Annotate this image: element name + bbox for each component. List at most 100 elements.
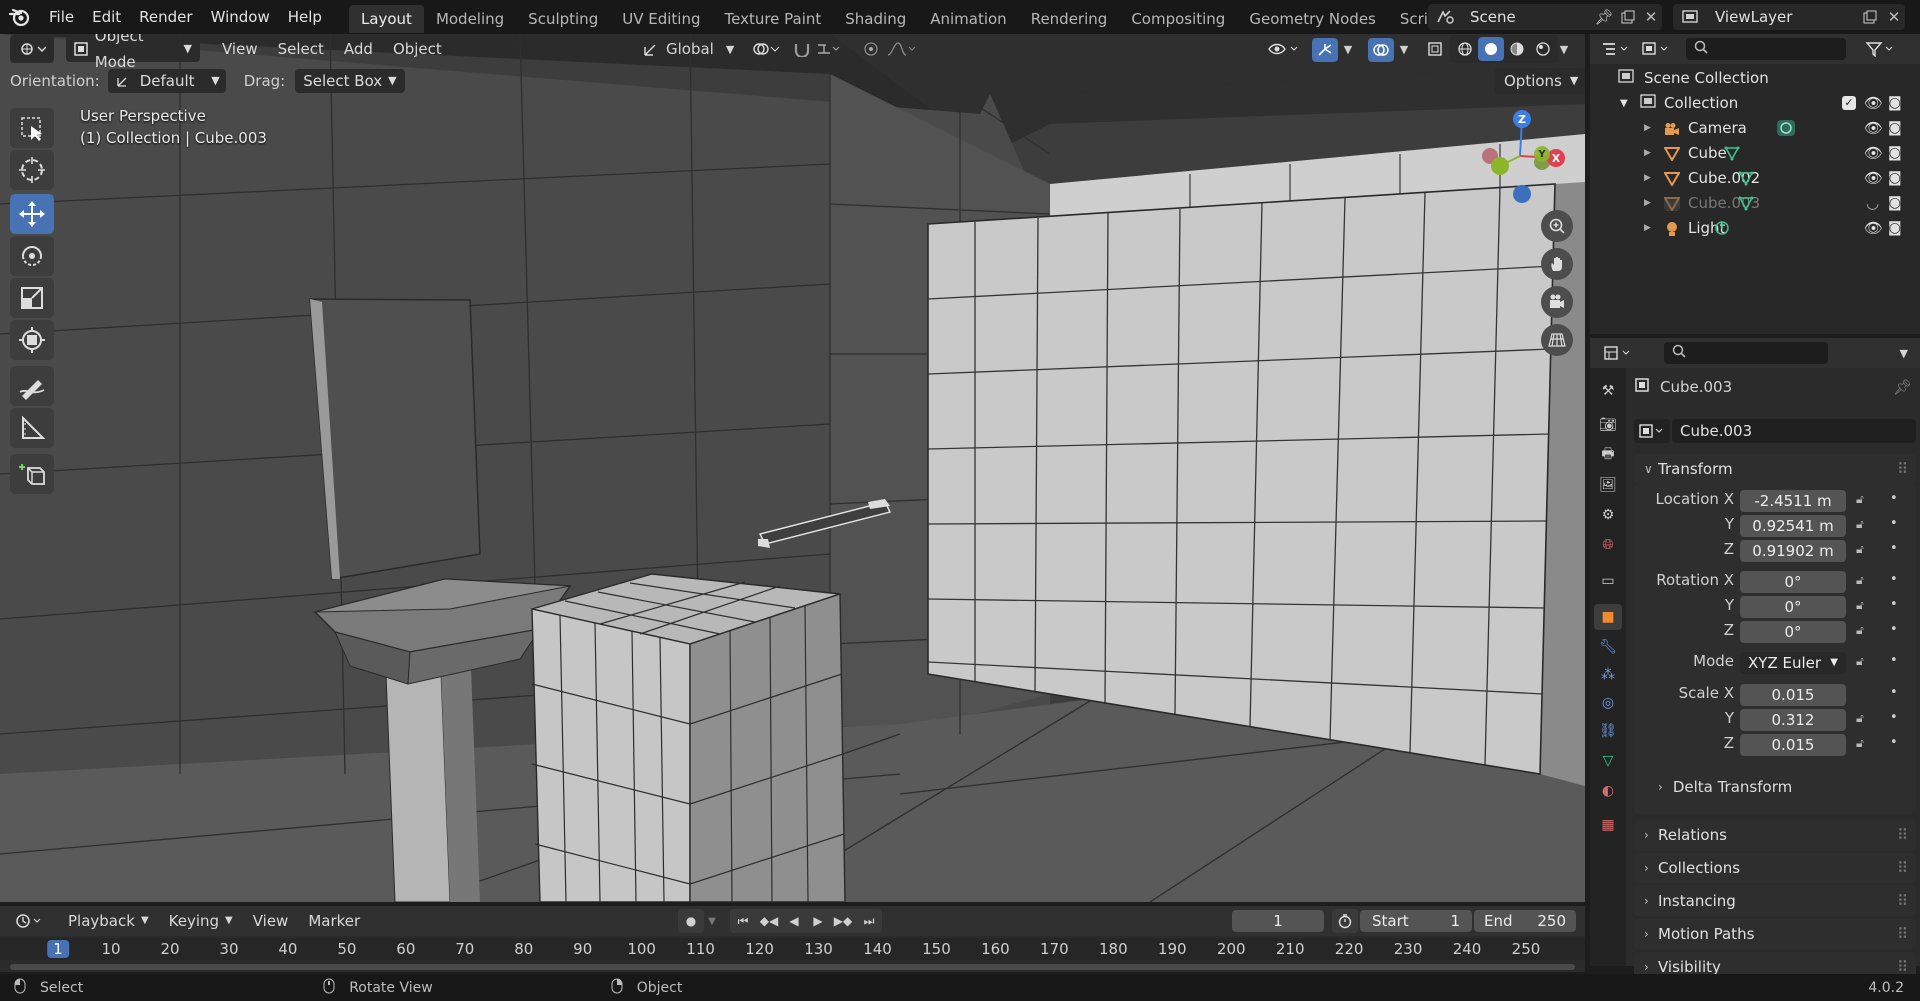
- filter-icon[interactable]: [1860, 37, 1900, 61]
- transform-orientation-dropdown[interactable]: Global ▼: [640, 35, 734, 63]
- timeline-menu-marker[interactable]: Marker: [298, 907, 370, 935]
- viewlayer-selector[interactable]: ViewLayer ✕: [1673, 4, 1905, 30]
- pan-hand-icon[interactable]: [1541, 248, 1573, 280]
- grid-perspective-icon[interactable]: [1541, 324, 1573, 356]
- view-layer-tab-icon[interactable]: 🖼︎: [1594, 472, 1622, 498]
- tab-layout[interactable]: Layout: [348, 4, 424, 33]
- delete-viewlayer-icon[interactable]: ✕: [1883, 4, 1905, 30]
- scale-x-field[interactable]: 0.015: [1740, 684, 1846, 706]
- jump-start-icon[interactable]: ⏮: [730, 914, 756, 929]
- eye-icon[interactable]: 👁︎: [1864, 91, 1883, 116]
- chevron-down-icon[interactable]: ▼: [1900, 347, 1908, 360]
- panel-instancing[interactable]: › Instancing ⠿: [1634, 886, 1916, 916]
- keyframe-dot-icon[interactable]: •: [1890, 572, 1898, 587]
- camera-render-icon[interactable]: ◙: [1888, 141, 1902, 166]
- overlays-toggle-icon[interactable]: [1368, 38, 1394, 62]
- outliner-editor-icon[interactable]: [1598, 37, 1634, 61]
- collection-tab-icon[interactable]: ▭: [1594, 568, 1622, 594]
- pin-icon[interactable]: 📌︎: [1592, 4, 1616, 30]
- outliner-scene-collection[interactable]: Scene Collection: [1590, 66, 1920, 91]
- options-dropdown[interactable]: Options ▼: [1494, 68, 1585, 94]
- tab-modeling[interactable]: Modeling: [424, 5, 516, 33]
- jump-end-icon[interactable]: ⏭: [856, 914, 882, 929]
- scene-selector[interactable]: Scene 📌︎ ✕: [1428, 4, 1662, 30]
- lock-icon[interactable]: 🔓︎: [1856, 573, 1864, 588]
- stopwatch-icon[interactable]: [1332, 909, 1358, 933]
- keyframe-dot-icon[interactable]: •: [1890, 622, 1898, 637]
- lock-icon[interactable]: 🔓︎: [1856, 492, 1864, 507]
- panel-motion-paths[interactable]: › Motion Paths ⠿: [1634, 919, 1916, 949]
- tool-move[interactable]: [10, 194, 54, 234]
- outliner-search[interactable]: [1686, 38, 1846, 60]
- keyframe-dot-icon[interactable]: •: [1890, 710, 1898, 725]
- tool-select-box[interactable]: [10, 108, 54, 148]
- outliner-item-cube002[interactable]: ▶ Cube.002 👁︎ ◙: [1590, 166, 1920, 191]
- keyframe-dot-icon[interactable]: •: [1890, 597, 1898, 612]
- constraints-tab-icon[interactable]: ⛓︎: [1594, 718, 1622, 744]
- lock-icon[interactable]: 🔓︎: [1856, 711, 1864, 726]
- new-scene-icon[interactable]: [1616, 4, 1640, 30]
- timeline-scrollbar[interactable]: [10, 964, 1575, 970]
- navigation-gizmo[interactable]: Z X Y: [1470, 106, 1570, 216]
- outliner-collection-row[interactable]: ▼ Collection ✓ 👁︎ ◙: [1590, 91, 1920, 116]
- tool-cursor[interactable]: [10, 150, 54, 190]
- material-tab-icon[interactable]: ◐: [1594, 778, 1622, 804]
- record-icon[interactable]: ●: [678, 909, 704, 933]
- snap-target-icon[interactable]: [814, 35, 842, 63]
- keyframe-dot-icon[interactable]: •: [1890, 541, 1898, 556]
- scale-z-field[interactable]: 0.015: [1740, 734, 1846, 756]
- prev-keyframe-icon[interactable]: ◆◀: [756, 914, 782, 928]
- menu-file[interactable]: File: [40, 0, 83, 34]
- snap-icon[interactable]: [790, 35, 814, 63]
- viewport-menu-object[interactable]: Object: [383, 35, 452, 63]
- menu-window[interactable]: Window: [202, 0, 279, 34]
- lock-icon[interactable]: 🔓︎: [1856, 623, 1864, 638]
- proportional-edit-icon[interactable]: [860, 35, 882, 63]
- editor-type-icon[interactable]: [10, 35, 54, 63]
- camera-render-icon[interactable]: ◙: [1888, 166, 1902, 191]
- next-keyframe-icon[interactable]: ▶◆: [830, 914, 856, 928]
- drag-handle-icon[interactable]: ⠿: [1897, 454, 1908, 484]
- viewlayer-name-field[interactable]: ViewLayer: [1707, 4, 1857, 30]
- outliner-item-cube003[interactable]: ▶ Cube.003 ◡ ◙: [1590, 191, 1920, 216]
- camera-render-icon[interactable]: ◙: [1888, 216, 1902, 241]
- display-mode-icon[interactable]: [1638, 37, 1674, 61]
- visibility-selectability-icon[interactable]: [1264, 35, 1304, 63]
- location-x-field[interactable]: -2.4511 m: [1740, 490, 1846, 512]
- proportional-falloff-icon[interactable]: [884, 35, 918, 63]
- camera-view-icon[interactable]: [1541, 286, 1573, 318]
- frame-end-field[interactable]: End 250: [1474, 910, 1576, 932]
- outliner-item-light[interactable]: ▶ Light 👁︎ ◙: [1590, 216, 1920, 241]
- pin-icon[interactable]: 📌︎: [1893, 378, 1912, 396]
- tab-shading[interactable]: Shading: [833, 5, 918, 33]
- eye-icon[interactable]: 👁︎: [1864, 116, 1883, 141]
- camera-render-icon[interactable]: ◙: [1888, 116, 1902, 141]
- tab-uv-editing[interactable]: UV Editing: [610, 5, 712, 33]
- output-tab-icon[interactable]: 🖶︎: [1594, 442, 1622, 468]
- drag-handle-icon[interactable]: ⠿: [1897, 919, 1908, 949]
- expand-arrow-icon[interactable]: ▼: [1620, 91, 1634, 116]
- panel-relations[interactable]: › Relations ⠿: [1634, 820, 1916, 850]
- tool-scale[interactable]: [10, 278, 54, 318]
- drag-handle-icon[interactable]: ⠿: [1897, 886, 1908, 916]
- rotation-y-field[interactable]: 0°: [1740, 596, 1846, 618]
- gizmo-z-axis[interactable]: Z: [1513, 110, 1531, 128]
- timeline-ruler[interactable]: 1 10 20 30 40 50 60 70 80 90 100 110 120 130 140 150 160…: [0, 938, 1585, 960]
- chevron-down-icon[interactable]: ▼: [1556, 35, 1572, 63]
- pivot-point-icon[interactable]: [748, 35, 784, 63]
- chevron-down-icon[interactable]: ▼: [1396, 35, 1412, 63]
- lock-icon[interactable]: 🔓︎: [1856, 654, 1864, 669]
- lock-icon[interactable]: 🔓︎: [1856, 736, 1864, 751]
- scale-y-field[interactable]: 0.312: [1740, 709, 1846, 731]
- gizmo-toggle-icon[interactable]: [1312, 38, 1338, 62]
- tab-rendering[interactable]: Rendering: [1019, 5, 1120, 33]
- menu-edit[interactable]: Edit: [83, 0, 130, 34]
- timeline-menu-playback[interactable]: Playback ▼: [58, 907, 159, 935]
- keyframe-dot-icon[interactable]: •: [1890, 516, 1898, 531]
- tab-compositing[interactable]: Compositing: [1119, 5, 1237, 33]
- viewport-menu-add[interactable]: Add: [334, 35, 383, 63]
- scene-tab-icon[interactable]: ⚙: [1594, 502, 1622, 528]
- drag-handle-icon[interactable]: ⠿: [1897, 820, 1908, 850]
- data-tab-icon[interactable]: ▽: [1594, 748, 1622, 774]
- frame-start-field[interactable]: Start 1: [1360, 910, 1472, 932]
